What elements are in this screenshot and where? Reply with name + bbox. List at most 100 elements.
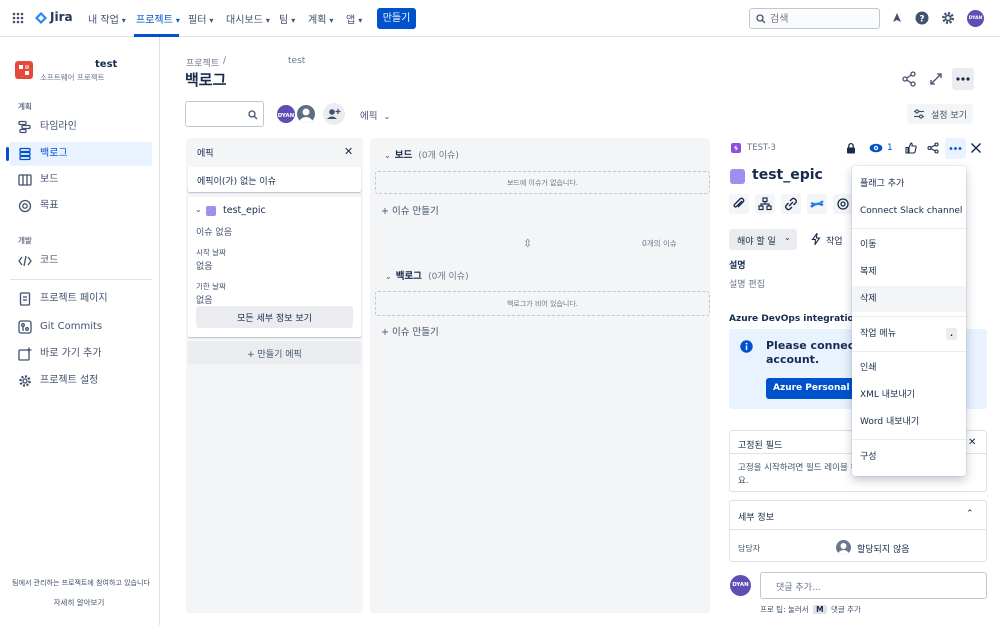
issue-key[interactable]: TEST-3 <box>747 143 776 153</box>
active-item-indicator <box>6 147 9 161</box>
more-actions-icon[interactable] <box>952 68 974 90</box>
filter-avatar-dyan[interactable]: DYAN <box>275 103 297 125</box>
sidebar-item-project-pages[interactable]: 프로젝트 페이지 <box>10 287 152 311</box>
shortcut-key: M <box>813 605 827 614</box>
confluence-icon[interactable] <box>807 194 827 214</box>
drag-handle-icon[interactable]: ⇳ <box>523 237 532 250</box>
watch-eye-icon[interactable] <box>869 142 883 154</box>
nav-dashboards[interactable]: 대시보드 ▾ <box>226 11 270 26</box>
chevron-up-icon[interactable]: ⌃ <box>966 509 974 519</box>
epic-color-swatch <box>730 169 745 184</box>
sidebar-item-code[interactable]: 코드 <box>10 249 152 273</box>
chevron-down-icon: ⌄ <box>784 233 791 242</box>
epic-filter-dropdown[interactable]: 에픽 ⌄ <box>360 108 390 122</box>
help-icon[interactable]: ? <box>915 11 929 25</box>
start-date-label: 시작 날짜 <box>196 248 226 257</box>
close-pinned-icon[interactable]: ✕ <box>968 437 976 448</box>
sidebar-item-timeline[interactable]: 타임라인 <box>10 115 152 139</box>
project-name[interactable]: test <box>95 59 117 70</box>
board-header[interactable]: ⌄ 보드 (0개 이슈) <box>384 147 459 161</box>
nav-teams[interactable]: 팀 ▾ <box>279 11 295 26</box>
collapse-chevron-icon[interactable]: ⌄ <box>195 205 202 214</box>
search-input[interactable] <box>770 12 875 26</box>
pinned-fields-text: 고정을 시작하려면 필드 레이블 위 <box>738 463 859 473</box>
epic-card[interactable]: ⌄ test_epic 이슈 없음 시작 날짜 없음 기한 날짜 없음 모든 세… <box>188 197 361 337</box>
menu-item-export-word[interactable]: Word 내보내기 <box>852 409 966 435</box>
menu-item-delete[interactable]: 삭제 <box>852 286 966 312</box>
nav-filters[interactable]: 필터 ▾ <box>188 11 213 26</box>
user-avatar[interactable]: DYAN <box>967 10 984 27</box>
assignee-label: 담당자 <box>738 544 761 553</box>
sidebar-item-project-settings[interactable]: 프로젝트 설정 <box>10 369 152 393</box>
epic-panel: 에픽 ✕ 에픽이(가) 없는 이슈 ⌄ test_epic 이슈 없음 시작 날… <box>186 138 363 613</box>
epic-name[interactable]: test_epic <box>223 205 266 216</box>
sliders-icon <box>913 108 925 120</box>
search-box[interactable] <box>749 8 880 29</box>
menu-item-action-menu[interactable]: 작업 메뉴 . <box>852 321 966 347</box>
learn-more-link[interactable]: 자세히 알아보기 <box>0 597 158 608</box>
azure-personal-access-button[interactable]: Azure Personal Ac <box>766 378 856 399</box>
add-people-icon[interactable] <box>323 103 345 125</box>
action-button[interactable]: 작업 <box>826 234 843 247</box>
status-dropdown[interactable]: 해야 할 일 ⌄ <box>729 229 797 250</box>
backlog-create-issue[interactable]: + 이슈 만들기 <box>381 324 439 338</box>
menu-item-export-xml[interactable]: XML 내보내기 <box>852 382 966 408</box>
nav-plans[interactable]: 계획 ▾ <box>308 11 333 26</box>
info-icon <box>740 340 753 353</box>
epic-issues: 이슈 없음 <box>196 228 232 238</box>
no-epic-issues-card[interactable]: 에픽이(가) 없는 이슈 <box>188 167 361 192</box>
view-all-details-button[interactable]: 모든 세부 정보 보기 <box>196 306 353 328</box>
view-settings-button[interactable]: 설정 보기 <box>907 104 973 124</box>
expand-icon[interactable] <box>925 68 947 90</box>
share-icon[interactable] <box>927 142 939 154</box>
breadcrumb-project[interactable]: test <box>288 56 305 66</box>
like-icon[interactable] <box>905 142 917 154</box>
close-detail-icon[interactable] <box>970 142 982 154</box>
comment-input[interactable]: 댓글 추가... <box>760 572 987 599</box>
jira-logo-text[interactable]: Jira <box>50 10 73 24</box>
project-avatar-icon <box>15 61 33 79</box>
share-icon[interactable] <box>898 68 920 90</box>
menu-item-configure[interactable]: 구성 <box>852 444 966 470</box>
menu-divider <box>852 228 966 229</box>
lock-icon[interactable] <box>845 142 857 154</box>
comment-tip: 프로 팁: 눌러서 M 댓글 추가 <box>760 605 861 614</box>
link-icon[interactable] <box>781 194 801 214</box>
watch-count[interactable]: 1 <box>887 143 893 153</box>
more-actions-active-icon[interactable] <box>945 138 966 159</box>
start-date-value: 없음 <box>196 262 213 272</box>
close-icon[interactable]: ✕ <box>344 145 353 158</box>
child-issues-icon[interactable] <box>755 194 775 214</box>
issue-title[interactable]: test_epic <box>752 167 823 183</box>
assignee-value[interactable]: 할당되지 않음 <box>857 542 910 555</box>
description-edit[interactable]: 설명 편집 <box>729 277 765 290</box>
menu-item-connect-slack[interactable]: Connect Slack channel <box>852 198 966 224</box>
app-switcher-icon[interactable] <box>12 12 24 24</box>
attachment-icon[interactable] <box>729 194 749 214</box>
menu-item-add-flag[interactable]: 플래그 추가 <box>852 171 966 197</box>
breadcrumb-projects[interactable]: 프로젝트 <box>186 56 219 69</box>
goal-target-icon[interactable] <box>833 194 853 214</box>
settings-gear-icon[interactable] <box>941 11 955 25</box>
backlog-search-input[interactable] <box>185 101 264 127</box>
create-button[interactable]: 만들기 <box>377 8 416 29</box>
action-lightning-icon[interactable] <box>810 233 822 245</box>
description-label: 설명 <box>729 261 746 271</box>
sidebar-item-add-shortcut[interactable]: 바로 가기 추가 <box>10 342 152 366</box>
sidebar-item-board[interactable]: 보드 <box>10 168 152 192</box>
filter-avatar-unassigned-icon[interactable] <box>295 103 317 125</box>
create-epic-button[interactable]: + 만들기 에픽 <box>188 341 361 364</box>
menu-item-clone[interactable]: 복제 <box>852 259 966 285</box>
backlog-header[interactable]: ⌄ 백로그 (0개 이슈) <box>385 268 469 282</box>
nav-projects[interactable]: 프로젝트 ▾ <box>136 11 180 26</box>
board-create-issue[interactable]: + 이슈 만들기 <box>381 203 439 217</box>
sidebar-item-git-commits[interactable]: Git Commits <box>10 315 152 339</box>
jira-logo-icon[interactable] <box>34 11 48 25</box>
nav-apps[interactable]: 앱 ▾ <box>346 11 362 26</box>
sidebar-item-goals[interactable]: 목표 <box>10 194 152 218</box>
notifications-icon[interactable] <box>890 11 904 25</box>
nav-my-work[interactable]: 내 작업 ▾ <box>88 11 126 26</box>
menu-item-print[interactable]: 인쇄 <box>852 355 966 381</box>
menu-item-move[interactable]: 이동 <box>852 232 966 258</box>
sidebar-item-backlog[interactable]: 백로그 <box>10 142 152 166</box>
